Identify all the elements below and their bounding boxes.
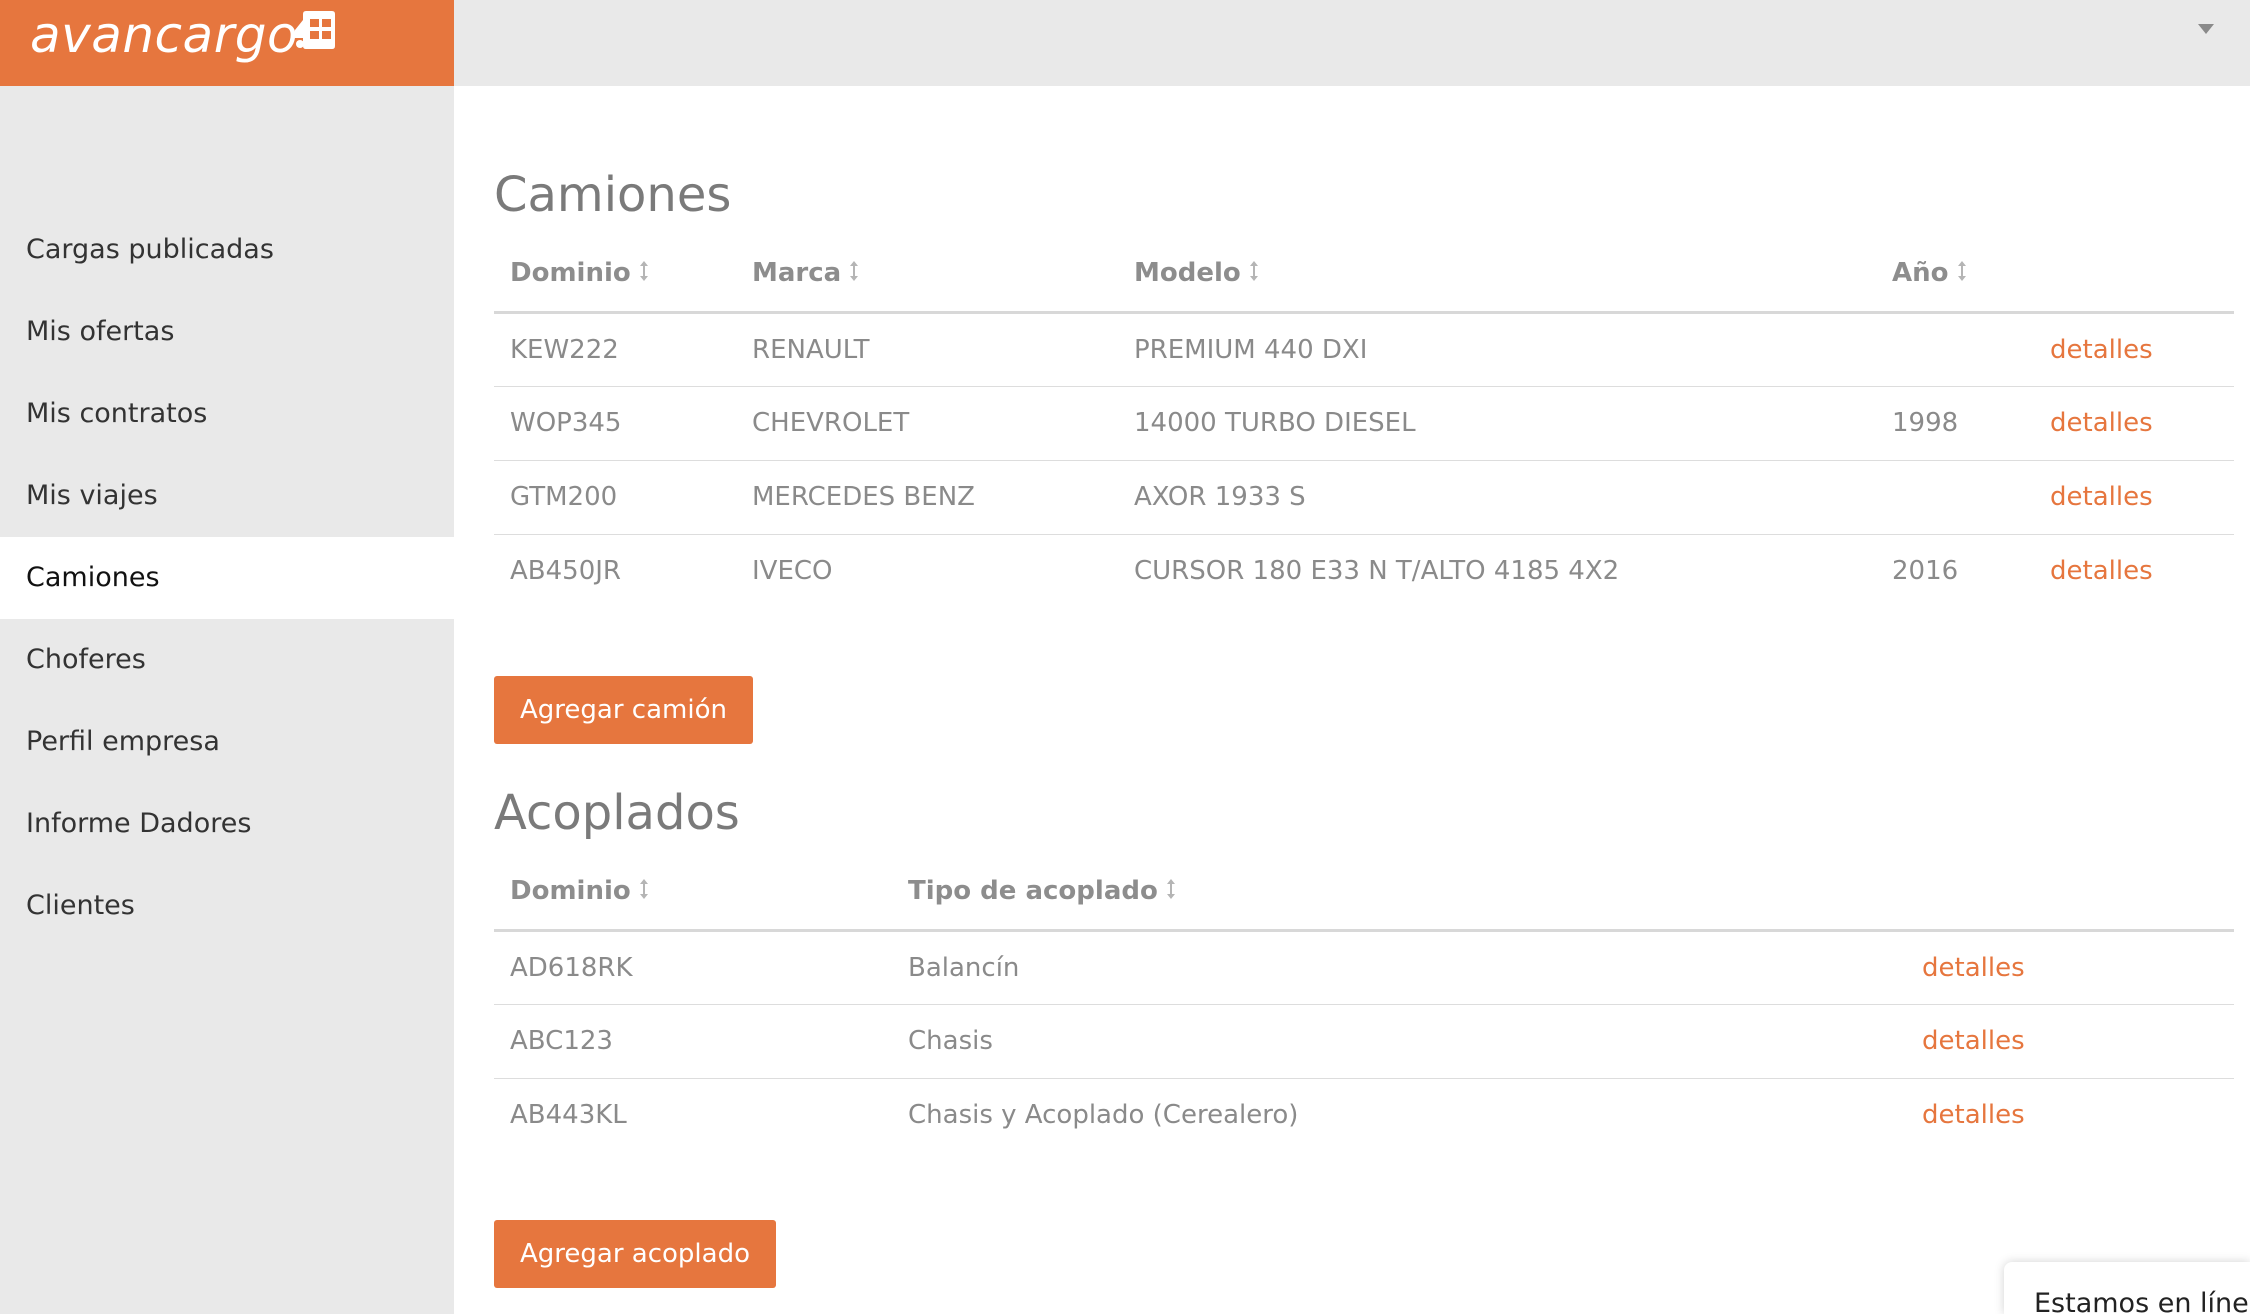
trucks-section-title: Camiones [494,167,732,223]
cell-actions: detalles [2034,460,2234,535]
column-label: Marca [752,258,842,289]
cell-dominio: AD618RK [494,930,892,1005]
cell-tipo: Chasis y Acoplado (Cerealero) [908,1100,1299,1131]
column-header-actions [2034,236,2234,314]
details-link[interactable]: detalles [1922,1026,2025,1056]
column-label: Dominio [510,876,631,907]
cell-actions: detalles [1906,1078,2234,1152]
trailers-section-title: Acoplados [494,785,740,841]
details-link[interactable]: detalles [2050,335,2153,365]
cell-actions: detalles [2034,312,2234,387]
add-trailer-button[interactable]: Agregar acoplado [494,1220,777,1288]
sort-icon [639,261,648,282]
cell-anio: 1998 [1876,386,2034,461]
cell-modelo: CURSOR 180 E33 N T/ALTO 4185 4X2 [1134,556,1620,587]
table-row: KEW222 RENAULT PREMIUM 440 DXI detalles [494,312,2234,387]
details-link[interactable]: detalles [1922,953,2025,983]
cell-dominio: KEW222 [494,312,736,387]
sidebar-item-mis-ofertas[interactable]: Mis ofertas [0,291,454,373]
cell-marca: IVECO [752,556,833,587]
top-bar [454,0,2250,86]
sidebar-item-informe-dadores[interactable]: Informe Dadores [0,783,454,865]
table-header-row: Dominio Marca Modelo Año [494,236,2234,314]
logo-bar: avancargo [0,0,454,86]
cell-marca: CHEVROLET [736,386,1118,461]
sidebar-item-clientes[interactable]: Clientes [0,865,454,947]
sidebar-item-cargas-publicadas[interactable]: Cargas publicadas [0,209,454,291]
sidebar-item-mis-viajes[interactable]: Mis viajes [0,455,454,537]
cell-tipo: Chasis [892,1004,1906,1079]
column-header-tipo-de-acoplado[interactable]: Tipo de acoplado [892,854,1906,932]
details-link[interactable]: detalles [1922,1100,2025,1130]
sidebar: avancargo Cargas publicadas Mis ofertas … [0,0,454,1314]
cell-dominio: ABC123 [494,1004,892,1079]
table-row: WOP345 CHEVROLET 14000 TURBO DIESEL 1998… [494,386,2234,461]
column-label: Tipo de acoplado [908,876,1158,907]
trailers-table: Dominio Tipo de acoplado AD618RK Balancí… [494,854,2234,1152]
sidebar-item-choferes[interactable]: Choferes [0,619,454,701]
cell-dominio: WOP345 [494,386,736,461]
sort-icon [1166,879,1175,900]
cell-marca: MERCEDES BENZ [736,460,1118,535]
details-link[interactable]: detalles [2050,408,2153,438]
add-truck-button[interactable]: Agregar camión [494,676,753,744]
brand-logo-text[interactable]: avancargo [30,2,298,68]
cell-modelo: AXOR 1933 S [1118,460,1876,535]
details-link[interactable]: detalles [2050,482,2153,512]
table-row: AB450JR IVECO CURSOR 180 E33 N T/ALTO 41… [494,534,2234,608]
cell-modelo: 14000 TURBO DIESEL [1118,386,1876,461]
cell-dominio: GTM200 [494,460,736,535]
cell-anio: 2016 [1892,556,1959,587]
cell-dominio: AB443KL [510,1100,627,1131]
cell-actions: detalles [1906,1004,2234,1079]
table-row: AB443KL Chasis y Acoplado (Cerealero) de… [494,1078,2234,1152]
sidebar-item-perfil-empresa[interactable]: Perfil empresa [0,701,454,783]
sort-icon [1957,261,1966,282]
sidebar-nav: Cargas publicadas Mis ofertas Mis contra… [0,209,454,947]
table-row: AD618RK Balancín detalles [494,930,2234,1005]
column-label: Año [1892,258,1949,289]
cell-dominio: AB450JR [510,556,621,587]
column-header-anio[interactable]: Año [1876,236,2034,314]
column-header-dominio[interactable]: Dominio [494,854,892,932]
chevron-down-icon[interactable] [2198,24,2214,34]
sort-icon [1249,261,1258,282]
chat-widget[interactable]: Estamos en línea [2004,1262,2250,1314]
details-link[interactable]: detalles [2050,556,2153,586]
cell-actions: detalles [2034,386,2234,461]
sidebar-item-camiones[interactable]: Camiones [0,537,454,619]
sort-icon [639,879,648,900]
table-header-row: Dominio Tipo de acoplado [494,854,2234,932]
sort-icon [850,261,859,282]
cell-anio [1876,460,2034,535]
cell-actions: detalles [2034,534,2234,608]
chat-label: Estamos en línea [2034,1288,2250,1314]
column-header-actions [1906,854,2234,932]
cell-modelo: PREMIUM 440 DXI [1118,312,1876,387]
column-header-marca[interactable]: Marca [736,236,1118,314]
column-label: Modelo [1134,258,1241,289]
truck-logo-icon [295,11,335,49]
column-header-modelo[interactable]: Modelo [1118,236,1876,314]
cell-marca: RENAULT [736,312,1118,387]
column-label: Dominio [510,258,631,289]
table-row: ABC123 Chasis detalles [494,1004,2234,1079]
sidebar-item-mis-contratos[interactable]: Mis contratos [0,373,454,455]
cell-actions: detalles [1906,930,2234,1005]
column-header-dominio[interactable]: Dominio [494,236,736,314]
cell-anio [1876,312,2034,387]
table-row: GTM200 MERCEDES BENZ AXOR 1933 S detalle… [494,460,2234,535]
cell-tipo: Balancín [892,930,1906,1005]
trucks-table: Dominio Marca Modelo Año KEW222 RENAULT … [494,236,2234,608]
